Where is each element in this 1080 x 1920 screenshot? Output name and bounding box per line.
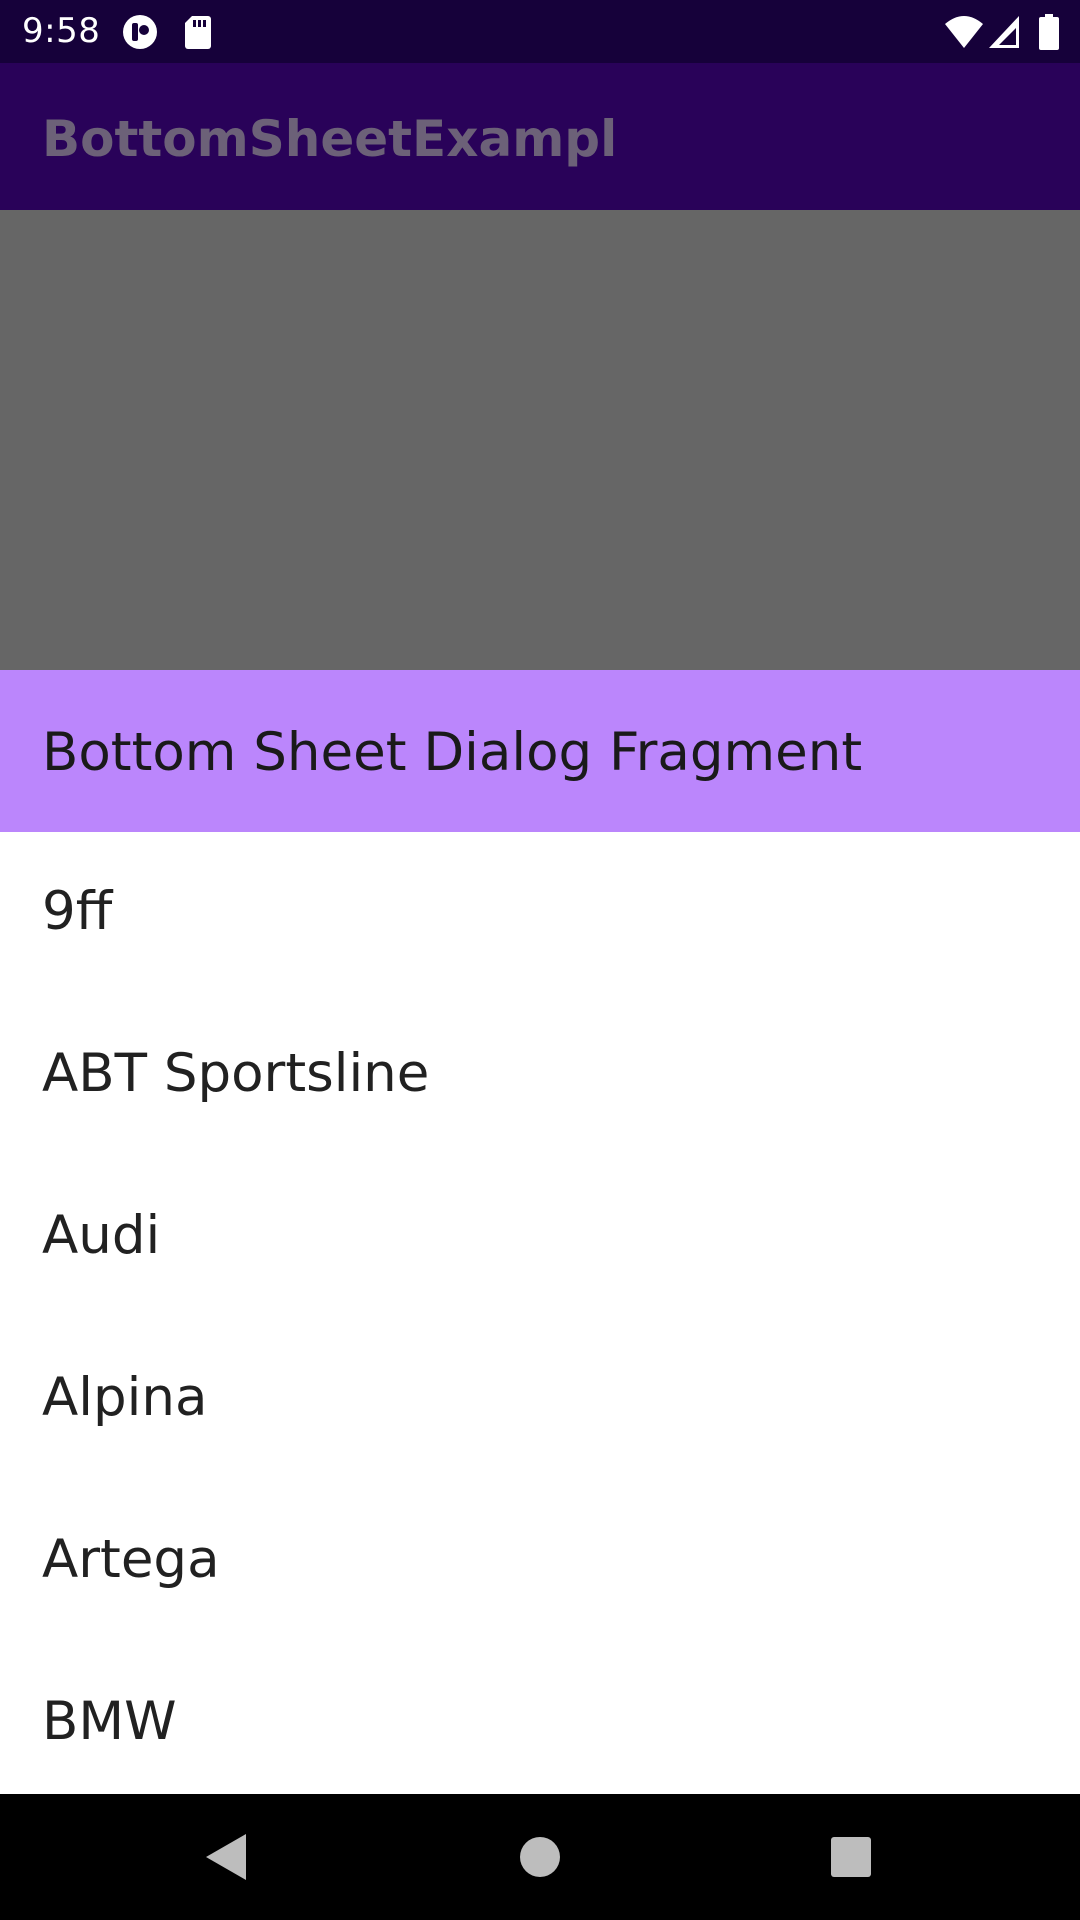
list-item[interactable]: 9ff [0,832,1080,994]
home-icon[interactable] [507,1824,573,1890]
wifi-icon [944,14,984,50]
list-item-label: Artega [42,1529,220,1590]
recents-icon[interactable] [818,1824,884,1890]
list-item-label: 9ff [42,881,113,942]
list-item[interactable]: Audi [0,1156,1080,1318]
sync-app-icon [122,14,158,50]
list-item[interactable]: Alpina [0,1318,1080,1480]
list-item-label: ABT Sportsline [42,1043,430,1104]
navigation-bar [0,1794,1080,1920]
sd-card-icon [184,14,212,50]
list-item[interactable]: Artega [0,1480,1080,1642]
sheet-title: Bottom Sheet Dialog Fragment [42,722,863,783]
dialog-scrim[interactable] [0,210,1080,670]
list-item-label: BMW [42,1691,177,1752]
screen: 9:58 BottomSheetExampl Bottom Sheet Dial… [0,0,1080,1920]
list-item[interactable]: ABT Sportsline [0,994,1080,1156]
app-title: BottomSheetExampl [42,110,618,168]
bottom-sheet: Bottom Sheet Dialog Fragment 9ff ABT Spo… [0,670,1080,1794]
list-item-label: Alpina [42,1367,208,1428]
cell-signal-icon [988,14,1020,50]
status-time: 9:58 [22,11,101,51]
list-item[interactable]: BMW [0,1642,1080,1794]
battery-icon [1038,14,1060,50]
sheet-list: 9ff ABT Sportsline Audi Alpina Artega BM… [0,832,1080,1794]
app-bar: BottomSheetExampl [0,63,1080,210]
status-bar: 9:58 [0,0,1080,63]
list-item-label: Audi [42,1205,161,1266]
back-icon[interactable] [192,1824,258,1890]
sheet-header: Bottom Sheet Dialog Fragment [0,670,1080,832]
